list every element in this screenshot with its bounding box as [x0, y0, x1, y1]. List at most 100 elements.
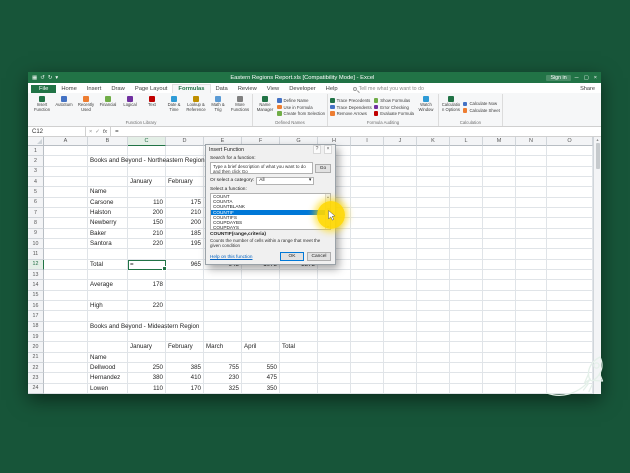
column-header-D[interactable]: D [166, 137, 204, 146]
ribbon-calculation-options-button[interactable]: Calculation Options [441, 94, 461, 120]
cell-B11[interactable] [88, 249, 128, 260]
cell-N6[interactable] [516, 197, 547, 208]
cell-I19[interactable] [351, 331, 384, 343]
ribbon-trace-dependents-button[interactable]: Trace Dependents [330, 105, 372, 110]
cell-J5[interactable] [384, 187, 417, 198]
cell-M23[interactable] [483, 373, 516, 384]
cell-I17[interactable] [351, 311, 384, 322]
cell-O8[interactable] [547, 218, 593, 229]
cell-I6[interactable] [351, 197, 384, 208]
tab-help[interactable]: Help [321, 85, 343, 94]
cancel-entry-icon[interactable]: × [89, 129, 92, 135]
cell-J15[interactable] [384, 290, 417, 301]
cell-D5[interactable] [166, 187, 204, 198]
cell-O14[interactable] [547, 280, 593, 291]
cell-I16[interactable] [351, 300, 384, 312]
ribbon-show-formulas-button[interactable]: Show Formulas [373, 98, 414, 103]
cell-C15[interactable] [128, 290, 166, 301]
cell-O3[interactable] [547, 166, 593, 177]
cell-L18[interactable] [450, 321, 483, 332]
cell-D21[interactable] [166, 352, 204, 363]
cell-I4[interactable] [351, 176, 384, 188]
cell-N21[interactable] [516, 352, 547, 363]
cell-B23[interactable]: Hernandez [88, 373, 128, 384]
cell-G21[interactable] [280, 352, 318, 363]
cell-E16[interactable] [204, 300, 242, 312]
cell-L1[interactable] [450, 146, 483, 157]
cell-J12[interactable] [384, 259, 417, 270]
cell-C23[interactable]: 380 [128, 373, 166, 384]
ribbon-evaluate-formula-button[interactable]: Evaluate Formula [373, 111, 414, 116]
cell-K24[interactable] [417, 383, 450, 394]
cell-A17[interactable] [44, 311, 88, 322]
cell-A12[interactable] [44, 259, 88, 270]
cell-N17[interactable] [516, 311, 547, 322]
cell-L21[interactable] [450, 352, 483, 363]
column-header-N[interactable]: N [516, 137, 547, 146]
cell-K16[interactable] [417, 300, 450, 312]
cell-J9[interactable] [384, 228, 417, 239]
dialog-help-icon[interactable]: ? [313, 145, 321, 154]
cell-J7[interactable] [384, 207, 417, 219]
cell-K14[interactable] [417, 280, 450, 291]
cell-C5[interactable] [128, 187, 166, 198]
list-scroll-up-icon[interactable]: ▲ [327, 195, 330, 199]
cell-L17[interactable] [450, 311, 483, 322]
cell-A1[interactable] [44, 146, 88, 157]
row-header-22[interactable]: 22 [28, 362, 44, 374]
function-item-coupdays[interactable]: COUPDAYS [211, 225, 330, 229]
cell-J13[interactable] [384, 269, 417, 281]
cell-D17[interactable] [166, 311, 204, 322]
cell-O4[interactable] [547, 176, 593, 188]
cell-G24[interactable] [280, 383, 318, 394]
cell-L6[interactable] [450, 197, 483, 208]
cell-M1[interactable] [483, 146, 516, 157]
cell-C16[interactable]: 220 [128, 300, 166, 312]
cell-F19[interactable] [242, 331, 280, 343]
cell-K21[interactable] [417, 352, 450, 363]
column-header-I[interactable]: I [351, 137, 384, 146]
cell-D20[interactable]: February [166, 342, 204, 353]
ribbon-define-name-button[interactable]: Define Name [277, 98, 325, 103]
ribbon-date-time-button[interactable]: Date & Time [164, 94, 184, 120]
ribbon-use-in-formula-button[interactable]: Use in Formula [277, 105, 325, 110]
column-header-B[interactable]: B [88, 137, 128, 146]
cell-M11[interactable] [483, 249, 516, 260]
cell-L16[interactable] [450, 300, 483, 312]
cell-D15[interactable] [166, 290, 204, 301]
cell-O19[interactable] [547, 331, 593, 343]
cell-A3[interactable] [44, 166, 88, 177]
cell-L15[interactable] [450, 290, 483, 301]
cell-C7[interactable]: 200 [128, 207, 166, 219]
cell-L2[interactable] [450, 156, 483, 167]
cell-D22[interactable]: 385 [166, 362, 204, 374]
enter-entry-icon[interactable]: ✓ [95, 129, 100, 135]
cell-I13[interactable] [351, 269, 384, 281]
cell-F16[interactable] [242, 300, 280, 312]
cell-K3[interactable] [417, 166, 450, 177]
cell-B15[interactable] [88, 290, 128, 301]
cell-B5[interactable]: Name [88, 187, 128, 198]
cell-B7[interactable]: Halston [88, 207, 128, 219]
cell-J19[interactable] [384, 331, 417, 343]
cell-D9[interactable]: 185 [166, 228, 204, 239]
cell-O9[interactable] [547, 228, 593, 239]
cell-K23[interactable] [417, 373, 450, 384]
cell-H14[interactable] [318, 280, 351, 291]
cell-E19[interactable] [204, 331, 242, 343]
tell-me-box[interactable]: Tell me what you want to do [352, 86, 424, 94]
cell-K19[interactable] [417, 331, 450, 343]
redo-icon[interactable]: ↻ [48, 75, 53, 81]
cell-O13[interactable] [547, 269, 593, 281]
cell-J2[interactable] [384, 156, 417, 167]
ribbon-calculate-now-button[interactable]: Calculate Now [462, 101, 500, 106]
cell-E24[interactable]: 325 [204, 383, 242, 394]
cell-D13[interactable] [166, 269, 204, 281]
cell-M17[interactable] [483, 311, 516, 322]
tab-home[interactable]: Home [56, 85, 81, 94]
cell-E21[interactable] [204, 352, 242, 363]
cell-I3[interactable] [351, 166, 384, 177]
cell-K2[interactable] [417, 156, 450, 167]
cell-O7[interactable] [547, 207, 593, 219]
row-header-21[interactable]: 21 [28, 352, 44, 363]
